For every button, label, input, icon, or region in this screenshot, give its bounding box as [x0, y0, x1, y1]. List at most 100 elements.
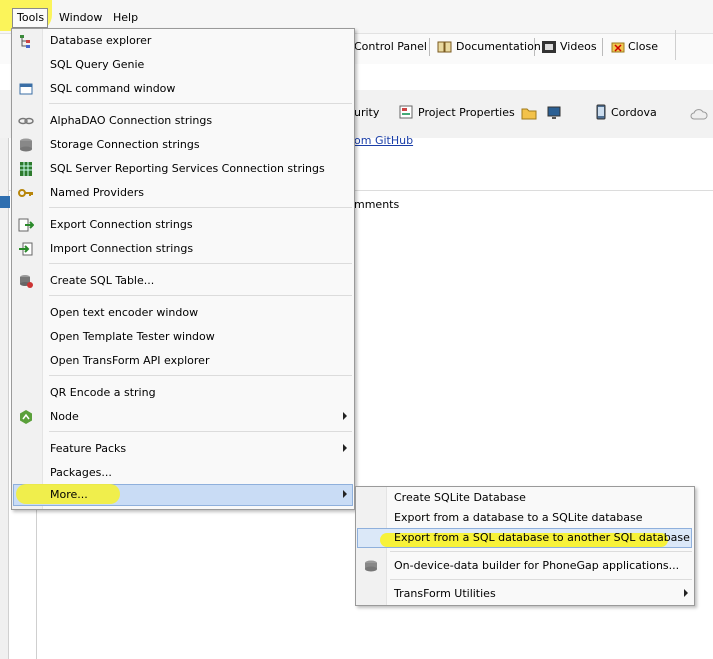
submenu-arrow-icon [343, 412, 347, 420]
videos-button[interactable]: Videos [541, 38, 597, 56]
folder-icon[interactable] [521, 106, 537, 120]
security-label: urity [354, 106, 380, 119]
menu-item-named-providers[interactable]: Named Providers [13, 182, 353, 204]
film-icon [542, 41, 556, 53]
submenu-arrow-icon [343, 490, 347, 498]
node-icon [20, 410, 32, 424]
export-icon [18, 218, 34, 232]
menu-window-label: Window [59, 11, 103, 24]
menu-item-label: Open Template Tester window [50, 330, 215, 343]
submenu-item-label: Create SQLite Database [394, 491, 526, 504]
menu-item-sql-query-genie[interactable]: SQL Query Genie [13, 54, 353, 76]
database-add-icon [20, 275, 33, 288]
project-properties-icon [399, 105, 413, 119]
project-properties-label: Project Properties [418, 105, 515, 119]
menu-item-label: Named Providers [50, 186, 144, 199]
toolbar-separator [602, 38, 603, 56]
close-folder-icon [611, 42, 625, 53]
submenu-item-label: Export from a SQL database to another SQ… [394, 531, 690, 544]
database-icon [365, 560, 377, 572]
security-button[interactable]: urity [354, 106, 379, 119]
menu-item-sql-command-window[interactable]: SQL command window [13, 78, 353, 100]
book-icon [437, 41, 452, 53]
submenu-separator [390, 579, 692, 580]
submenu-item-export-to-sqlite[interactable]: Export from a database to a SQLite datab… [357, 507, 692, 529]
submenu-separator [390, 551, 692, 552]
menu-item-packages[interactable]: Packages... [13, 462, 353, 484]
tree-icon [20, 35, 30, 48]
menu-item-database-explorer[interactable]: Database explorer [13, 30, 353, 52]
menu-separator [49, 431, 352, 432]
phone-icon [596, 104, 606, 120]
menu-item-more[interactable]: More... [13, 484, 353, 506]
submenu-item-label: On-device-data builder for PhoneGap appl… [394, 559, 680, 572]
submenu-item-on-device-data-builder[interactable]: On-device-data builder for PhoneGap appl… [357, 555, 692, 577]
menu-item-create-sql-table[interactable]: Create SQL Table... [13, 270, 353, 292]
menu-item-label: SQL command window [50, 82, 176, 95]
videos-label: Videos [560, 40, 597, 53]
control-panel-button[interactable]: Control Panel [354, 38, 427, 56]
menu-item-label: Packages... [50, 466, 112, 479]
submenu-item-label: Export from a database to a SQLite datab… [394, 511, 643, 524]
submenu-arrow-icon [684, 589, 688, 597]
menu-separator [49, 103, 352, 104]
menu-item-node[interactable]: Node [13, 406, 353, 428]
menu-item-label: Database explorer [50, 34, 152, 47]
menu-separator [49, 263, 352, 264]
chain-link-icon [18, 117, 34, 125]
menu-tools[interactable]: Tools [17, 10, 44, 26]
menu-item-label: Feature Packs [50, 442, 127, 455]
menu-icon-gutter [12, 29, 43, 509]
control-panel-label: Control Panel [354, 40, 427, 53]
menu-item-label: More... [50, 488, 88, 501]
window-icon [19, 83, 33, 95]
menu-item-ssrs-connection-strings[interactable]: SQL Server Reporting Services Connection… [13, 158, 353, 180]
monitor-icon[interactable] [546, 105, 562, 121]
menu-item-label: Node [50, 410, 79, 423]
database-icon [20, 138, 32, 152]
cloud-icon[interactable] [690, 108, 708, 120]
toolbar-separator [534, 38, 535, 56]
close-label: Close [628, 40, 658, 53]
comments-header: mments [354, 198, 399, 211]
menu-item-qr-encode[interactable]: QR Encode a string [13, 382, 353, 404]
menu-item-storage-connection-strings[interactable]: Storage Connection strings [13, 134, 353, 156]
submenu-item-export-sql-to-sql[interactable]: Export from a SQL database to another SQ… [357, 527, 692, 549]
menu-item-feature-packs[interactable]: Feature Packs [13, 438, 353, 460]
menu-help[interactable]: Help [113, 10, 138, 26]
project-properties-button[interactable]: Project Properties [398, 104, 515, 120]
menu-item-import-connection-strings[interactable]: Import Connection strings [13, 238, 353, 260]
menu-item-label: Export Connection strings [50, 218, 193, 231]
menu-help-label: Help [113, 11, 139, 24]
comments-header-label: mments [354, 198, 400, 211]
menu-item-label: Import Connection strings [50, 242, 194, 255]
menu-separator [49, 207, 352, 208]
github-link[interactable]: om GitHub [354, 134, 413, 147]
github-link-label: om GitHub [354, 134, 414, 147]
menu-item-label: Storage Connection strings [50, 138, 200, 151]
submenu-arrow-icon [343, 444, 347, 452]
menu-item-label: Open text encoder window [50, 306, 199, 319]
report-grid-icon [20, 162, 32, 176]
cordova-label: Cordova [611, 105, 657, 119]
menu-item-open-template-tester[interactable]: Open Template Tester window [13, 326, 353, 348]
menu-item-open-transform-api-explorer[interactable]: Open TransForm API explorer [13, 350, 353, 372]
cordova-button[interactable]: Cordova [595, 104, 657, 120]
menu-window[interactable]: Window [59, 10, 102, 26]
menu-item-label: AlphaDAO Connection strings [50, 114, 213, 127]
menu-item-label: SQL Server Reporting Services Connection… [50, 162, 325, 175]
menu-item-open-text-encoder[interactable]: Open text encoder window [13, 302, 353, 324]
menu-item-label: Create SQL Table... [50, 274, 155, 287]
documentation-label: Documentation [456, 40, 541, 53]
import-icon [19, 242, 33, 256]
menu-item-export-connection-strings[interactable]: Export Connection strings [13, 214, 353, 236]
selection-marker [0, 196, 10, 208]
menu-item-label: Open TransForm API explorer [50, 354, 210, 367]
close-button[interactable]: Close [611, 38, 658, 56]
menu-separator [49, 295, 352, 296]
documentation-button[interactable]: Documentation [437, 38, 541, 56]
submenu-item-create-sqlite-database[interactable]: Create SQLite Database [357, 487, 692, 509]
menu-item-alphadao-connection-strings[interactable]: AlphaDAO Connection strings [13, 110, 353, 132]
toolbar-end-separator [675, 30, 676, 60]
submenu-item-transform-utilities[interactable]: TransForm Utilities [357, 583, 692, 605]
